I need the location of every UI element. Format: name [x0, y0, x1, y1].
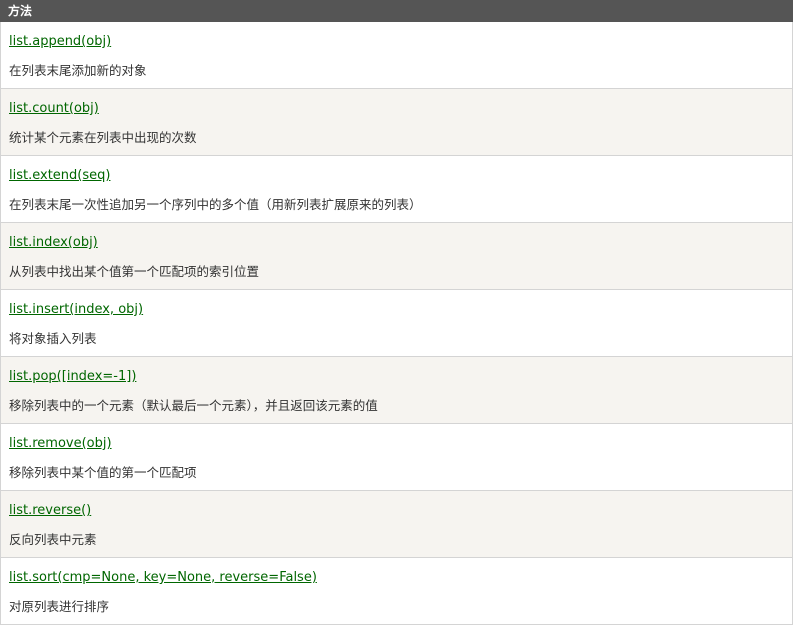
table-row: list.reverse() 反向列表中元素 — [0, 491, 793, 558]
table-row: list.count(obj) 统计某个元素在列表中出现的次数 — [0, 89, 793, 156]
method-description: 移除列表中的一个元素（默认最后一个元素），并且返回该元素的值 — [9, 398, 378, 413]
method-description: 将对象插入列表 — [9, 331, 97, 346]
method-link[interactable]: list.reverse() — [9, 503, 91, 518]
method-description: 反向列表中元素 — [9, 532, 97, 547]
method-link[interactable]: list.count(obj) — [9, 101, 99, 116]
table-row: list.index(obj) 从列表中找出某个值第一个匹配项的索引位置 — [0, 223, 793, 290]
method-link[interactable]: list.sort(cmp=None, key=None, reverse=Fa… — [9, 570, 317, 585]
method-description: 在列表末尾一次性追加另一个序列中的多个值（用新列表扩展原来的列表） — [9, 197, 422, 212]
method-description: 统计某个元素在列表中出现的次数 — [9, 130, 197, 145]
method-link[interactable]: list.insert(index, obj) — [9, 302, 143, 317]
table-row: list.remove(obj) 移除列表中某个值的第一个匹配项 — [0, 424, 793, 491]
method-link[interactable]: list.extend(seq) — [9, 168, 110, 183]
method-link[interactable]: list.remove(obj) — [9, 436, 112, 451]
method-link[interactable]: list.index(obj) — [9, 235, 98, 250]
method-link[interactable]: list.pop([index=-1]) — [9, 369, 136, 384]
table-header: 方法 — [0, 0, 793, 22]
table-row: list.sort(cmp=None, key=None, reverse=Fa… — [0, 558, 793, 625]
table-row: list.append(obj) 在列表末尾添加新的对象 — [0, 22, 793, 89]
method-description: 在列表末尾添加新的对象 — [9, 63, 147, 78]
methods-table: 方法 list.append(obj) 在列表末尾添加新的对象 list.cou… — [0, 0, 793, 625]
method-description: 对原列表进行排序 — [9, 599, 110, 614]
method-description: 从列表中找出某个值第一个匹配项的索引位置 — [9, 264, 260, 279]
table-row: list.insert(index, obj) 将对象插入列表 — [0, 290, 793, 357]
table-row: list.extend(seq) 在列表末尾一次性追加另一个序列中的多个值（用新… — [0, 156, 793, 223]
method-description: 移除列表中某个值的第一个匹配项 — [9, 465, 197, 480]
method-link[interactable]: list.append(obj) — [9, 34, 111, 49]
header-title: 方法 — [8, 4, 33, 18]
table-row: list.pop([index=-1]) 移除列表中的一个元素（默认最后一个元素… — [0, 357, 793, 424]
